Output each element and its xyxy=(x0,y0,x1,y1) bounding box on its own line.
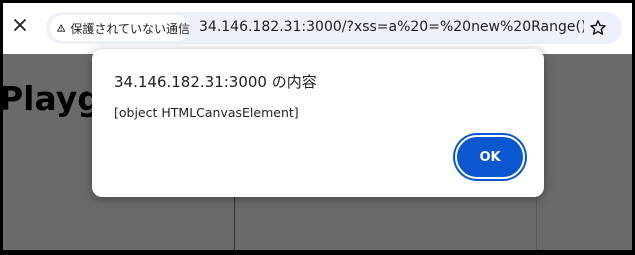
security-chip-label: 保護されていない通信 xyxy=(70,21,190,36)
browser-toolbar: 保護されていない通信 34.146.182.31:3000/?xss=a%20=… xyxy=(3,3,632,54)
address-bar[interactable]: 保護されていない通信 34.146.182.31:3000/?xss=a%20=… xyxy=(46,12,622,44)
divider xyxy=(536,190,537,250)
warning-icon xyxy=(57,24,66,32)
dialog-title: 34.146.182.31:3000 の内容 xyxy=(114,73,317,91)
dialog-message: [object HTMLCanvasElement] xyxy=(114,105,299,120)
ok-button[interactable]: OK xyxy=(455,135,525,179)
browser-window: 保護されていない通信 34.146.182.31:3000/?xss=a%20=… xyxy=(3,3,632,250)
url-text[interactable]: 34.146.182.31:3000/?xss=a%20=%20new%20Ra… xyxy=(199,19,584,35)
security-chip[interactable]: 保護されていない通信 xyxy=(50,15,190,41)
star-icon xyxy=(590,20,606,35)
close-tab-button[interactable] xyxy=(9,14,31,36)
divider xyxy=(234,190,235,250)
bookmark-button[interactable] xyxy=(588,18,608,38)
close-icon xyxy=(14,19,26,31)
alert-dialog: 34.146.182.31:3000 の内容 [object HTMLCanva… xyxy=(92,49,544,197)
